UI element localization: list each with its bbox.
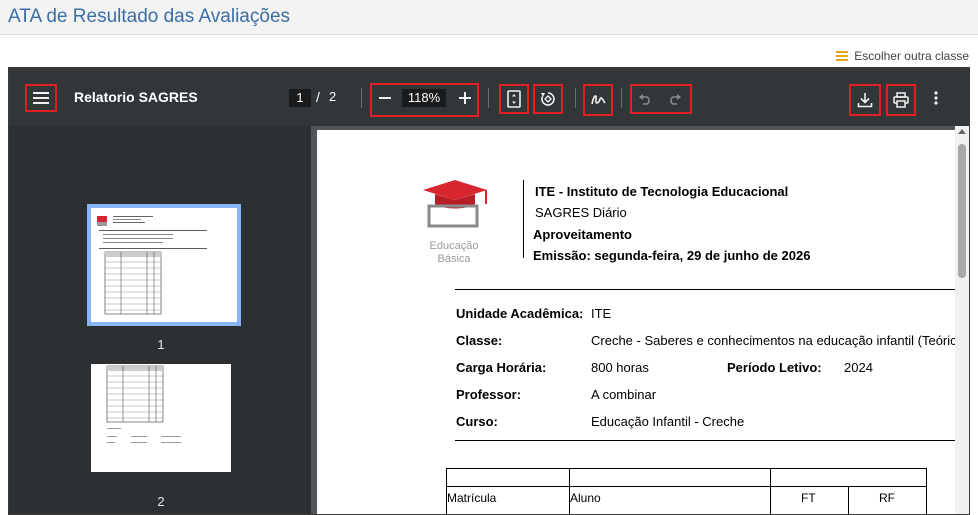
download-button[interactable] — [849, 84, 881, 116]
rotate-icon — [541, 92, 555, 106]
annotate-button[interactable] — [583, 84, 613, 116]
table-header-rf: RF — [879, 491, 895, 505]
hours-value: 800 horas — [591, 360, 649, 375]
period-label: Período Letivo: — [727, 360, 822, 375]
page-separator: / — [316, 89, 320, 105]
separator-line — [455, 440, 955, 441]
fit-page-icon — [507, 90, 521, 108]
logo-caption-line1: Educação — [429, 240, 479, 252]
toolbar-divider — [575, 88, 576, 108]
printer-icon — [893, 92, 909, 108]
zoom-out-button[interactable] — [373, 86, 397, 110]
report-type: Aproveitamento — [533, 227, 632, 242]
zoom-level-input[interactable]: 118% — [402, 89, 446, 107]
thumbnail-preview — [106, 365, 181, 443]
toolbar-divider — [621, 88, 622, 108]
fit-page-button[interactable] — [499, 84, 529, 114]
download-icon — [857, 93, 873, 108]
redo-button[interactable] — [663, 87, 687, 111]
period-value: 2024 — [844, 360, 873, 375]
document-page: Educação Básica ITE - Instituto de Tecno… — [317, 130, 969, 514]
document-scrollbar[interactable] — [955, 126, 969, 514]
menu-button[interactable] — [25, 84, 57, 112]
class-value: Creche - Saberes e conhecimentos na educ… — [591, 333, 970, 348]
table-border — [848, 486, 849, 514]
document-title: Relatorio SAGRES — [74, 89, 198, 105]
header-divider — [523, 180, 524, 258]
document-area: Educação Básica ITE - Instituto de Tecno… — [311, 126, 969, 514]
thumbnail-preview — [97, 216, 207, 315]
table-header-matricula: Matrícula — [447, 491, 497, 505]
print-button[interactable] — [886, 84, 916, 116]
more-vert-icon — [934, 91, 938, 105]
page-thumbnail-2[interactable] — [91, 364, 231, 472]
unit-value: ITE — [591, 306, 612, 321]
scrollbar-thumb[interactable] — [958, 144, 966, 278]
list-icon — [836, 51, 849, 61]
logo-caption-line2: Básica — [437, 253, 471, 265]
emission-date: Emissão: segunda-feira, 29 de junho de 2… — [533, 248, 811, 263]
page-title: ATA de Resultado das Avaliações — [8, 6, 291, 27]
teacher-label: Professor: — [456, 387, 522, 402]
system-name: SAGRES Diário — [535, 205, 627, 220]
class-label: Classe: — [456, 333, 503, 348]
table-header-ft: FT — [801, 491, 816, 505]
logo-graduation-cap — [423, 180, 487, 228]
minus-icon — [379, 97, 391, 99]
undo-icon — [639, 94, 650, 105]
unit-label: Unidade Acadêmica: — [456, 306, 584, 321]
zoom-in-button[interactable] — [453, 86, 477, 110]
choose-class-link[interactable]: Escolher outra classe — [836, 49, 969, 63]
institution-name: ITE - Instituto de Tecnologia Educaciona… — [535, 184, 789, 199]
choose-class-label: Escolher outra classe — [854, 49, 969, 63]
menu-icon — [33, 92, 49, 104]
table-border — [446, 486, 927, 487]
page-total: 2 — [329, 89, 337, 104]
more-options-button[interactable] — [924, 86, 948, 110]
table-header-aluno: Aluno — [570, 491, 601, 505]
thumbnail-sidebar: 1 2 — [9, 126, 311, 514]
course-value: Educação Infantil - Creche — [591, 414, 745, 429]
table-border — [446, 468, 927, 469]
thumbnail-label-2: 2 — [157, 494, 165, 509]
separator-line — [455, 289, 955, 290]
course-label: Curso: — [456, 414, 498, 429]
scroll-up-arrow-icon[interactable] — [958, 129, 966, 134]
toolbar-divider — [488, 88, 489, 108]
pdf-viewer: Relatorio SAGRES 1 / 2 118% 1 2 Educação… — [8, 67, 970, 515]
table-border — [926, 468, 927, 514]
teacher-value: A combinar — [591, 387, 657, 402]
toolbar-divider — [361, 88, 362, 108]
table-border — [770, 468, 771, 514]
page-thumbnail-1[interactable] — [87, 204, 241, 326]
page-header: ATA de Resultado das Avaliações — [0, 0, 978, 35]
redo-icon — [670, 94, 681, 105]
rotate-button[interactable] — [533, 84, 563, 114]
undo-button[interactable] — [633, 87, 657, 111]
plus-icon — [459, 92, 471, 104]
page-number-input[interactable]: 1 — [289, 89, 311, 107]
thumbnail-label-1: 1 — [157, 337, 165, 352]
pen-icon — [591, 95, 606, 105]
viewer-toolbar: Relatorio SAGRES 1 / 2 118% — [9, 68, 969, 126]
hours-label: Carga Horária: — [456, 360, 547, 375]
